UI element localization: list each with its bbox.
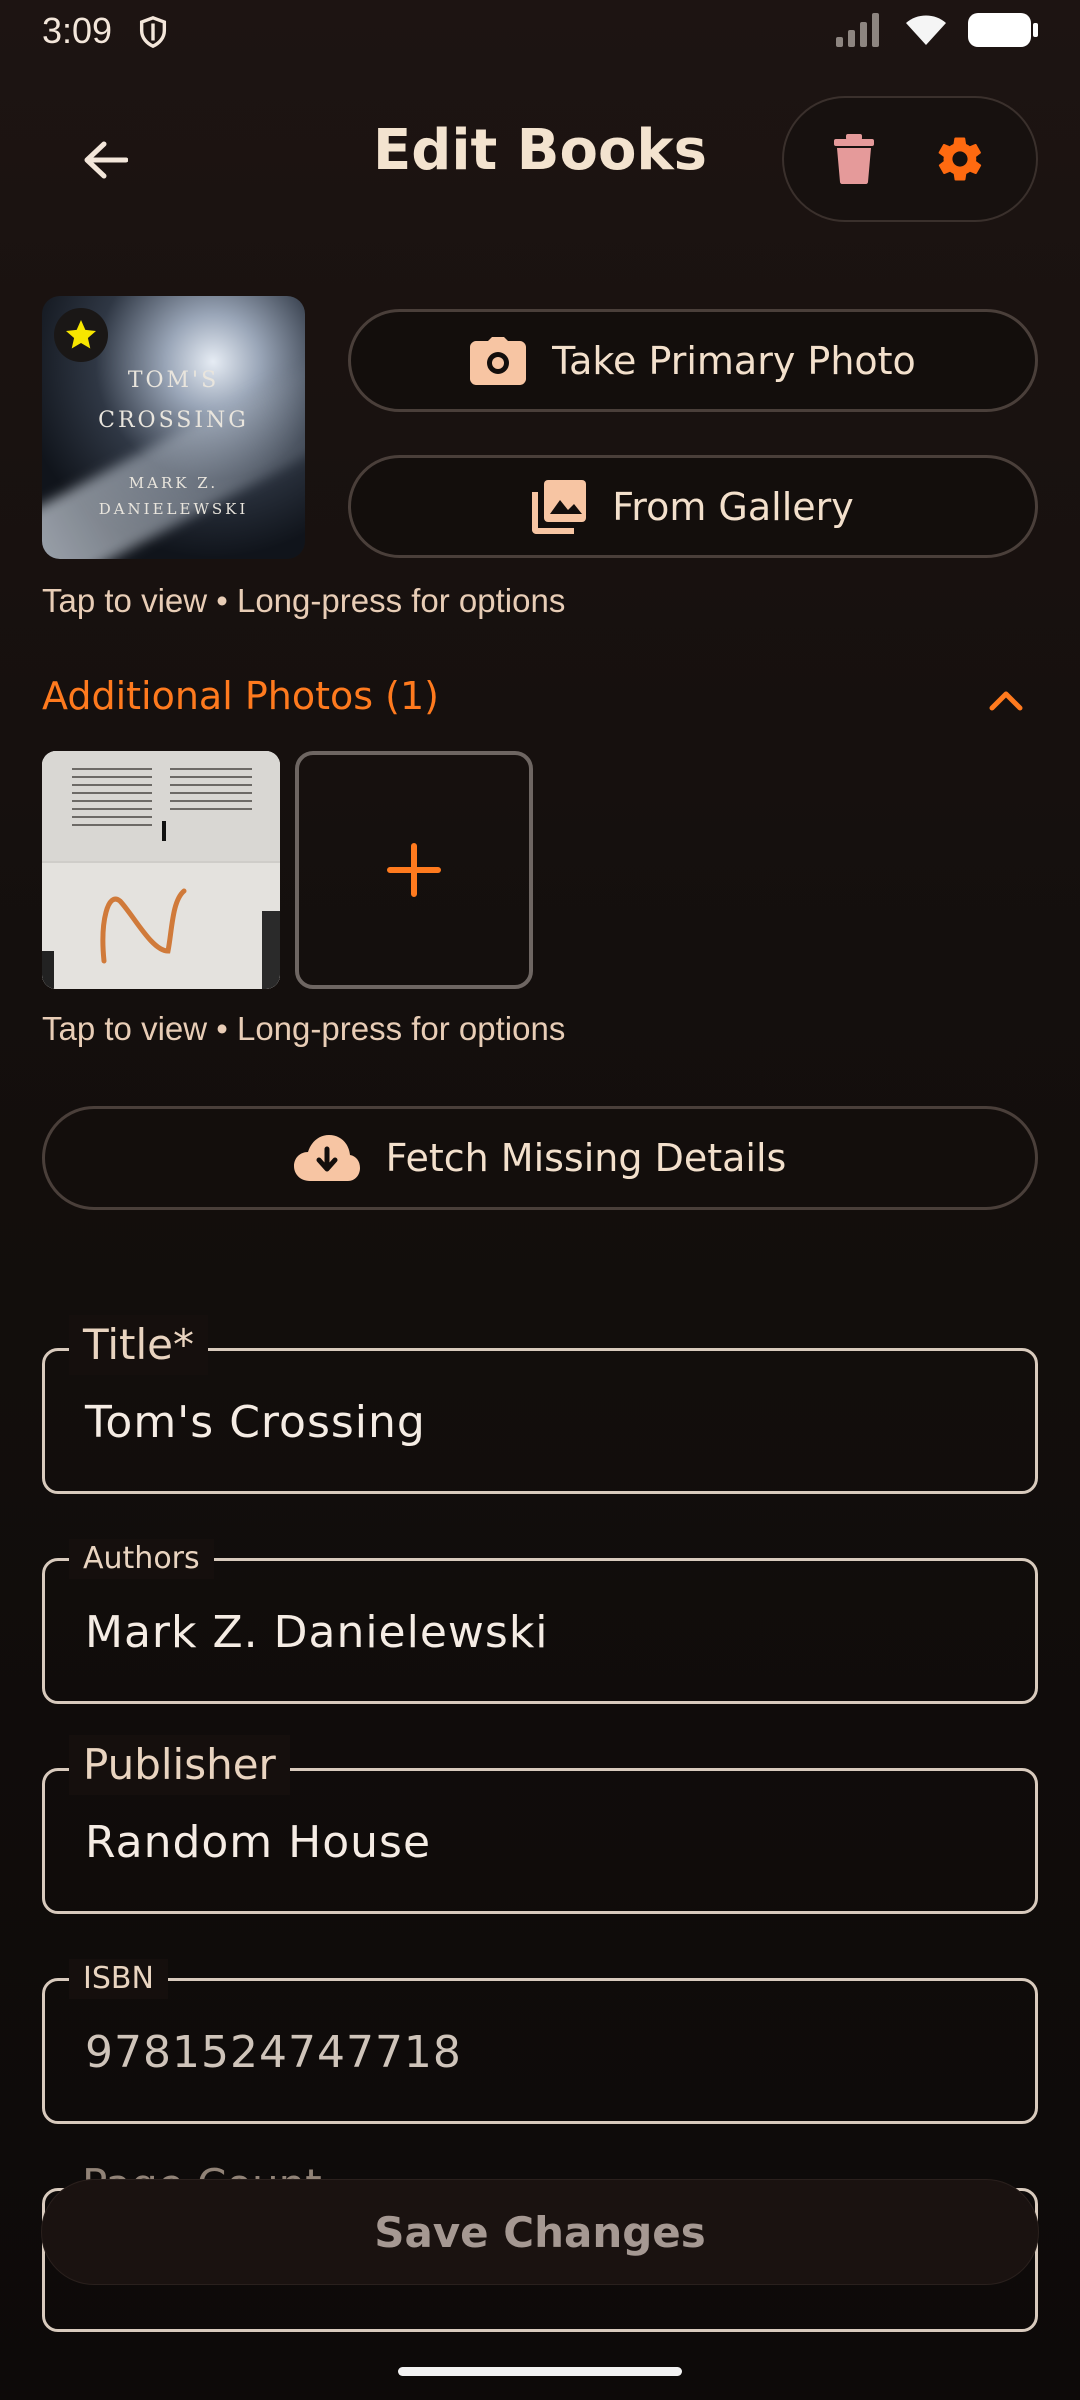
primary-photo-hint: Tap to view • Long-press for options [42,582,566,619]
title-field[interactable]: Title* Tom's Crossing [42,1315,1038,1494]
title-field-value: Tom's Crossing [85,1397,426,1448]
take-primary-photo-button[interactable]: Take Primary Photo [348,309,1038,412]
title-field-label: Title* [69,1315,209,1375]
additional-photos-heading[interactable]: Additional Photos (1) [42,674,439,718]
save-changes-button[interactable]: Save Changes [42,2180,1038,2284]
cover-author-line: MARK Z. [128,474,219,492]
cover-title-line: TOM'S [127,368,220,393]
signal-icon [836,13,879,47]
delete-icon[interactable] [834,134,874,184]
star-icon [66,320,96,349]
cover-title-line: CROSSING [98,408,249,433]
settings-gear-icon[interactable] [934,133,986,185]
status-time: 3:09 [42,10,113,51]
isbn-field-value: 9781524747718 [85,2027,462,2078]
wifi-icon [906,15,946,45]
camera-icon [470,336,527,385]
plus-icon [387,843,441,897]
publisher-field-label: Publisher [69,1735,290,1795]
cloud-download-icon [293,1135,360,1181]
gallery-icon [532,479,587,534]
primary-cover-photo[interactable]: TOM'S CROSSING MARK Z. DANIELEWSKI [42,296,305,559]
fetch-missing-details-label: Fetch Missing Details [385,1136,787,1180]
battery-icon [968,13,1038,47]
publisher-field-value: Random House [85,1817,432,1868]
chevron-up-icon[interactable] [986,680,1026,720]
isbn-field[interactable]: ISBN 9781524747718 [42,1959,1038,2124]
book-page-photo [42,751,280,989]
shield-icon [139,16,167,49]
authors-field[interactable]: Authors Mark Z. Danielewski [42,1539,1038,1704]
from-gallery-label: From Gallery [612,484,854,529]
add-photo-button[interactable] [295,751,533,989]
status-icons [836,12,1038,48]
primary-star-badge [54,308,108,362]
take-primary-photo-label: Take Primary Photo [552,338,916,383]
gesture-nav-handle[interactable] [398,2367,682,2376]
publisher-field[interactable]: Publisher Random House [42,1735,1038,1914]
additional-photos-hint: Tap to view • Long-press for options [42,1010,566,1047]
authors-field-value: Mark Z. Danielewski [85,1607,549,1658]
fetch-missing-details-button[interactable]: Fetch Missing Details [42,1106,1038,1210]
from-gallery-button[interactable]: From Gallery [348,455,1038,558]
additional-photo-thumbnail[interactable] [42,751,280,989]
authors-field-label: Authors [69,1539,214,1579]
isbn-field-label: ISBN [69,1959,168,1999]
header-actions [782,96,1038,222]
cover-author-line: DANIELEWSKI [98,500,249,518]
